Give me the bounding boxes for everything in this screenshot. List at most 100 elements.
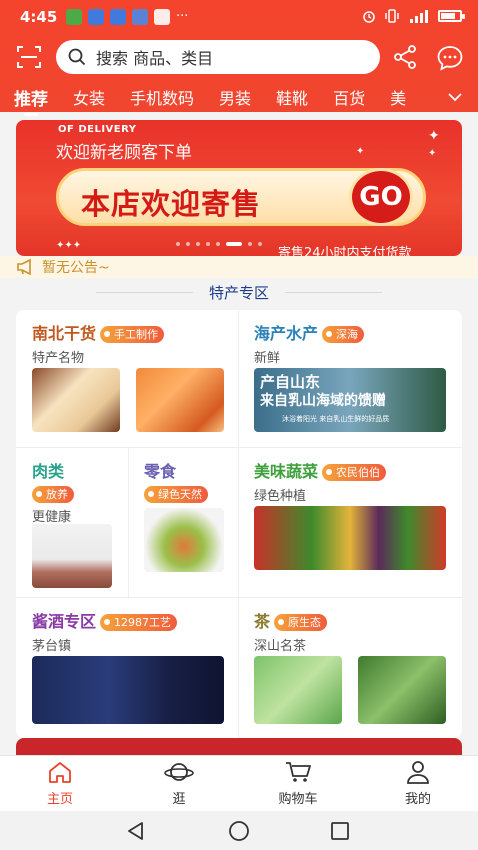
banner-bottom-text: 寄售24小时内支付货款	[278, 246, 412, 256]
carousel-dot	[206, 242, 210, 246]
go-button[interactable]: GO	[349, 168, 413, 226]
category-subtitle: 深山名茶	[254, 639, 307, 654]
notice-text: 暂无公告~	[42, 260, 110, 276]
recent-apps-icon[interactable]	[330, 821, 350, 841]
nav-cart[interactable]: 购物车	[258, 760, 338, 807]
tab-recommend[interactable]: 推荐	[14, 85, 48, 116]
nav-browse[interactable]: 逛	[139, 760, 219, 807]
image-caption: 来自乳山海域的馈赠	[260, 393, 386, 409]
notice-bar: 暂无公告~	[0, 256, 478, 278]
tab-general[interactable]: 百货	[333, 85, 365, 109]
category-subtitle: 茅台镇	[32, 639, 72, 654]
category-title: 零食	[144, 462, 177, 481]
image-caption: 沐浴着阳光 来自乳山生鲜的好品质	[282, 415, 390, 423]
carousel-dot	[258, 242, 262, 246]
app-root: 4:45 ··· 搜索 商品、类目 推荐 女装 手机数码 男装 鞋靴 百货 美 …	[0, 0, 478, 850]
message-icon[interactable]	[436, 44, 464, 72]
product-image	[358, 656, 446, 724]
category-tag: 手工制作	[100, 326, 165, 343]
carousel-dot	[186, 242, 190, 246]
back-icon[interactable]	[126, 821, 146, 841]
category-subtitle: 更健康	[32, 510, 72, 525]
header: 4:45 ··· 搜索 商品、类目 推荐 女装 手机数码 男装 鞋靴 百货 美	[0, 0, 478, 116]
carousel-indicator	[176, 242, 262, 246]
megaphone-icon	[17, 259, 31, 275]
carousel-dot	[216, 242, 220, 246]
category-tag: 绿色天然	[144, 486, 208, 503]
user-icon	[407, 761, 429, 784]
section-header: 特产专区	[0, 282, 478, 303]
product-image	[32, 524, 112, 588]
search-input[interactable]: 搜索 商品、类目	[56, 40, 380, 74]
divider	[285, 292, 382, 293]
chevron-down-icon[interactable]	[446, 88, 464, 106]
alarm-icon	[363, 11, 375, 23]
category-title: 肉类	[32, 462, 65, 481]
banner-main-text: 本店欢迎寄售	[81, 187, 262, 221]
category-card-vegetables[interactable]: 美味蔬菜 农民伯伯 绿色种植	[254, 458, 454, 595]
tab-digital[interactable]: 手机数码	[130, 85, 194, 109]
status-right	[362, 9, 465, 23]
category-title: 美味蔬菜	[254, 462, 319, 481]
sparkle-icon: ✦	[356, 146, 365, 157]
banner-top-text: OF DELIVERY	[58, 124, 137, 135]
specialty-panel: 南北干货 手工制作 特产名物 海产水产 深海 新鲜 产自山东 来自乳山海域的馈赠 沐…	[16, 310, 462, 738]
category-tag: 原生态	[274, 614, 328, 631]
tab-men[interactable]: 男装	[219, 85, 251, 109]
share-icon[interactable]	[392, 44, 418, 70]
product-image: 产自山东 来自乳山海域的馈赠 沐浴着阳光 来自乳山生鲜的好品质	[254, 368, 446, 432]
category-card-seafood[interactable]: 海产水产 深海 新鲜 产自山东 来自乳山海域的馈赠 沐浴着阳光 来自乳山生鲜的好品…	[254, 320, 454, 447]
category-card-meat[interactable]: 肉类 放养 更健康	[32, 458, 124, 595]
nav-home-label: 主页	[46, 792, 73, 807]
category-subtitle: 绿色种植	[254, 489, 307, 504]
section-title: 特产专区	[193, 282, 285, 303]
vibrate-icon	[385, 9, 399, 23]
carousel-dot	[196, 242, 200, 246]
product-image	[136, 368, 224, 432]
divider	[96, 292, 193, 293]
category-card-dried-goods[interactable]: 南北干货 手工制作 特产名物	[32, 320, 232, 447]
nav-mine-label: 我的	[404, 792, 431, 807]
carousel-dot	[248, 242, 252, 246]
tab-women[interactable]: 女装	[73, 85, 105, 109]
product-image	[32, 656, 224, 724]
status-bar: 4:45 ···	[0, 0, 478, 36]
category-card-tea[interactable]: 茶原生态 深山名茶	[254, 608, 454, 736]
category-card-snacks[interactable]: 零食 绿色天然	[144, 458, 236, 595]
home-icon	[49, 762, 71, 783]
app-icon	[132, 9, 148, 25]
divider	[16, 597, 462, 598]
sparkle-icon: ✦✦✦	[56, 240, 82, 251]
product-image	[144, 508, 224, 572]
category-tag: 深海	[322, 326, 365, 343]
more-notifications-icon: ···	[176, 9, 189, 24]
category-title: 茶	[254, 612, 271, 631]
sparkle-icon: ✦	[428, 148, 437, 159]
signal-icon	[410, 10, 428, 23]
divider	[16, 447, 462, 448]
nav-browse-label: 逛	[172, 792, 186, 807]
category-title: 酱酒专区	[32, 612, 97, 631]
alipay-icon	[110, 9, 126, 25]
divider	[128, 447, 129, 597]
go-label: GO	[359, 182, 403, 212]
nav-mine[interactable]: 我的	[378, 760, 458, 807]
home-circle-icon[interactable]	[228, 820, 250, 842]
tab-beauty[interactable]: 美	[390, 85, 406, 109]
banner-card: 本店欢迎寄售 GO	[56, 168, 426, 226]
promo-banner[interactable]: OF DELIVERY 欢迎新老顾客下单 ✦ ✦ ✦ ✦✦✦ 本店欢迎寄售 GO…	[16, 120, 462, 256]
carousel-dot	[176, 242, 180, 246]
category-tabs: 推荐 女装 手机数码 男装 鞋靴 百货 美	[0, 82, 478, 116]
banner-welcome: 欢迎新老顾客下单	[56, 143, 192, 163]
nav-home[interactable]: 主页	[20, 760, 100, 807]
tab-shoes[interactable]: 鞋靴	[276, 85, 308, 109]
product-image	[254, 506, 446, 570]
category-tag: 放养	[32, 486, 74, 503]
category-card-liquor[interactable]: 酱酒专区 12987工艺 茅台镇	[32, 608, 232, 736]
sparkle-icon: ✦	[428, 128, 440, 144]
carousel-dot-active	[226, 242, 242, 246]
notification-icons: ···	[66, 9, 188, 25]
wechat-icon	[66, 9, 82, 25]
cart-icon	[286, 762, 311, 782]
scan-icon[interactable]	[16, 44, 42, 70]
